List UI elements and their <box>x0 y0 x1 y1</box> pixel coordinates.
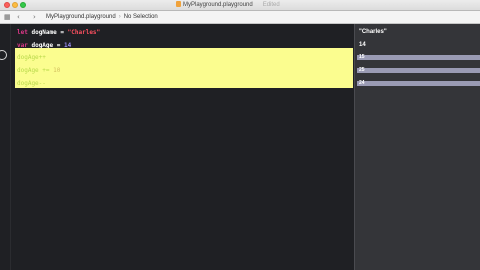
operator: = <box>60 29 65 36</box>
window-title-text: MyPlayground.playground <box>183 2 253 8</box>
jump-bar: ▦ ‹ › MyPlayground.playground › No Selecti… <box>0 11 480 24</box>
result-value[interactable]: "Charles" <box>359 29 387 35</box>
code-editor[interactable]: let dogName = "Charles" var dogAge = 14 … <box>0 24 354 270</box>
edited-label: Edited <box>262 2 280 8</box>
keyword: let <box>17 29 28 36</box>
result-value[interactable]: 14 <box>359 42 366 48</box>
result-bar[interactable]: 15 <box>357 54 480 60</box>
result-bar[interactable]: 25 <box>357 67 480 73</box>
zoom-window-button[interactable] <box>20 2 26 8</box>
highlighted-line-increment[interactable]: dogAge++ <box>17 54 46 62</box>
number-literal: 10 <box>53 67 61 74</box>
result-bar[interactable]: 24 <box>357 80 480 86</box>
code-text: dogAge += <box>17 67 54 74</box>
close-window-button[interactable] <box>4 2 10 8</box>
breadcrumb-separator: › <box>118 14 121 20</box>
result-value: 15 <box>359 54 365 60</box>
highlighted-line-add[interactable]: dogAge += 10 <box>17 67 60 75</box>
grid-icon[interactable]: ▦ <box>4 12 11 23</box>
playground-file-icon <box>176 1 181 7</box>
window-titlebar: MyPlayground.playground Edited <box>0 0 480 11</box>
results-sidebar: "Charles" 14 15 25 24 <box>354 24 480 270</box>
minimize-window-button[interactable] <box>12 2 18 8</box>
error-highlight-region <box>15 48 353 88</box>
code-text: dogAge++ <box>17 54 46 61</box>
chevron-right-icon[interactable]: › <box>33 12 36 23</box>
line-gutter <box>0 24 11 270</box>
string-literal: "Charles" <box>67 29 101 36</box>
code-line-dogname[interactable]: let dogName = "Charles" <box>17 29 100 37</box>
breadcrumb: MyPlayground.playground › No Selection <box>46 13 158 22</box>
identifier: dogName <box>31 29 57 36</box>
window-title: MyPlayground.playground Edited <box>176 1 280 8</box>
breadcrumb-file[interactable]: MyPlayground.playground <box>46 14 116 20</box>
breadcrumb-selection[interactable]: No Selection <box>124 14 158 20</box>
result-value: 24 <box>359 80 365 86</box>
chevron-left-icon[interactable]: ‹ <box>17 12 20 23</box>
code-text: dogAge-- <box>17 80 46 87</box>
result-value: 25 <box>359 67 365 73</box>
highlighted-line-decrement[interactable]: dogAge-- <box>17 80 46 88</box>
